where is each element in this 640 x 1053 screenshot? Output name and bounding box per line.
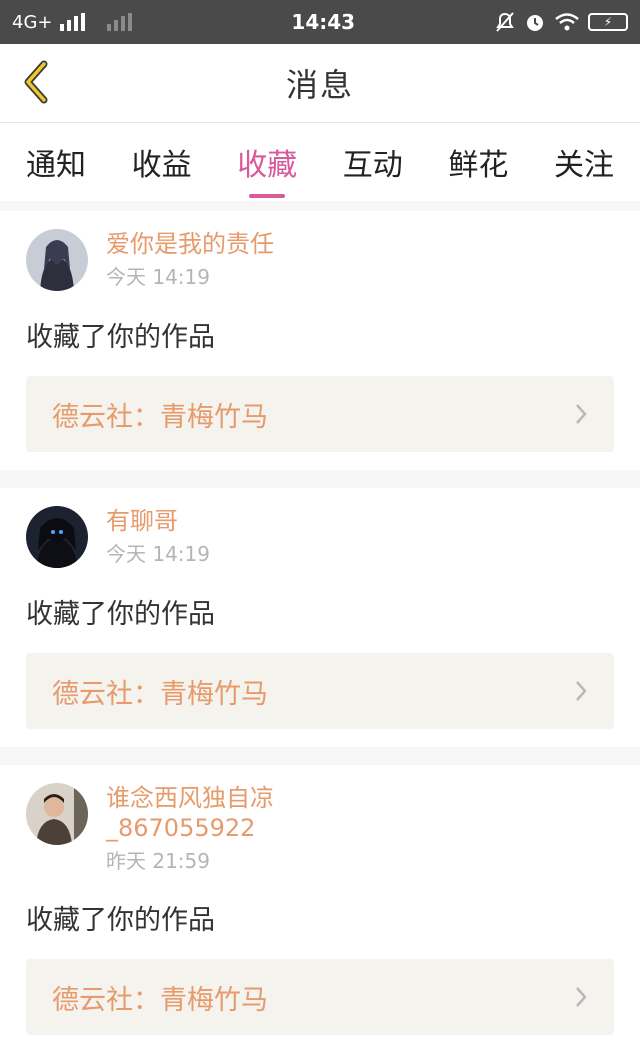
action-text: 收藏了你的作品	[26, 322, 215, 353]
message-meta: 谁念西风独自凉 _867055922 昨天 21:59	[106, 783, 274, 874]
work-title: 德云社：青梅竹马	[52, 401, 268, 433]
mute-bell-icon	[496, 12, 514, 32]
status-left: 4G+	[12, 11, 133, 33]
avatar[interactable]	[26, 783, 88, 845]
tab-earnings[interactable]: 收益	[132, 140, 192, 184]
chevron-right-icon	[576, 404, 587, 424]
action-text: 收藏了你的作品	[26, 599, 215, 630]
work-link[interactable]: 德云社：青梅竹马	[26, 653, 614, 729]
tab-interactions[interactable]: 互动	[343, 140, 403, 184]
timestamp: 今天 14:19	[106, 542, 210, 566]
timestamp: 昨天 21:59	[106, 849, 210, 873]
page-title: 消息	[285, 66, 354, 104]
back-arrow-icon[interactable]	[14, 58, 62, 106]
username[interactable]: 谁念西风独自凉 _867055922	[106, 783, 274, 843]
app-header: 消息	[0, 44, 640, 123]
wifi-icon	[555, 13, 579, 31]
avatar[interactable]	[26, 229, 88, 291]
message-meta: 爱你是我的责任 今天 14:19	[106, 229, 274, 290]
action-text: 收藏了你的作品	[26, 905, 215, 936]
message-header: 爱你是我的责任 今天 14:19	[26, 229, 614, 291]
signal-icon	[60, 13, 86, 31]
status-right: ⚡	[494, 11, 628, 33]
username[interactable]: 有聊哥	[106, 506, 210, 536]
status-bar: 4G+ 14:43 ⚡	[0, 0, 640, 44]
message-card: 爱你是我的责任 今天 14:19 收藏了你的作品 德云社：青梅竹马	[0, 211, 640, 470]
tab-favorites[interactable]: 收藏	[237, 140, 297, 198]
chevron-right-icon	[576, 987, 587, 1007]
work-link[interactable]: 德云社：青梅竹马	[26, 376, 614, 452]
message-meta: 有聊哥 今天 14:19	[106, 506, 210, 567]
alarm-icon	[527, 15, 543, 31]
work-title: 德云社：青梅竹马	[52, 984, 268, 1016]
network-type: 4G+	[12, 11, 53, 33]
work-title: 德云社：青梅竹马	[52, 678, 268, 710]
tab-flowers[interactable]: 鲜花	[448, 140, 508, 184]
message-header: 谁念西风独自凉 _867055922 昨天 21:59	[26, 783, 614, 874]
battery-icon: ⚡	[588, 13, 628, 31]
message-card: 有聊哥 今天 14:19 收藏了你的作品 德云社：青梅竹马	[0, 488, 640, 747]
timestamp: 今天 14:19	[106, 265, 210, 289]
message-card: 谁念西风独自凉 _867055922 昨天 21:59 收藏了你的作品 德云社：…	[0, 765, 640, 1053]
message-header: 有聊哥 今天 14:19	[26, 506, 614, 568]
tab-bar: 通知 收益 收藏 互动 鲜花 关注	[0, 123, 640, 201]
chevron-right-icon	[576, 681, 587, 701]
tab-follows[interactable]: 关注	[554, 140, 614, 184]
clock: 14:43	[291, 10, 356, 34]
work-link[interactable]: 德云社：青梅竹马	[26, 959, 614, 1035]
avatar[interactable]	[26, 506, 88, 568]
username[interactable]: 爱你是我的责任	[106, 229, 274, 259]
signal-2-icon	[107, 13, 133, 31]
tab-notice[interactable]: 通知	[26, 140, 86, 184]
